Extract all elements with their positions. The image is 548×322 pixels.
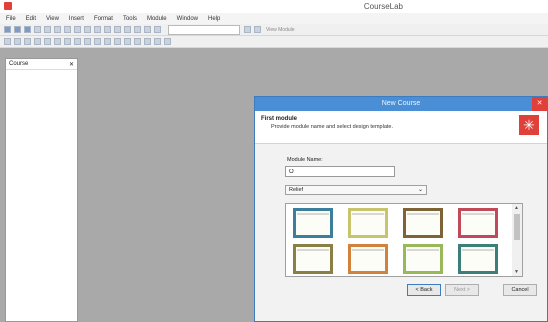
template-thumbnail[interactable] xyxy=(348,208,388,238)
align-left-icon[interactable] xyxy=(4,38,11,45)
same-width-icon[interactable] xyxy=(74,38,81,45)
scroll-thumb[interactable] xyxy=(514,214,520,240)
menu-help[interactable]: Help xyxy=(208,16,220,22)
dialog-title: New Course xyxy=(255,97,547,111)
template-thumbnail[interactable] xyxy=(348,244,388,274)
undo-icon[interactable] xyxy=(64,26,71,33)
bring-front-icon[interactable] xyxy=(104,38,111,45)
align-bottom-icon[interactable] xyxy=(54,38,61,45)
course-panel-header: Course ✕ xyxy=(6,59,77,70)
align-top-icon[interactable] xyxy=(34,38,41,45)
align-center-icon[interactable] xyxy=(14,38,21,45)
redo-icon[interactable] xyxy=(74,26,81,33)
menu-file[interactable]: File xyxy=(6,16,16,22)
template-thumbnail[interactable] xyxy=(293,244,333,274)
paste-icon[interactable] xyxy=(54,26,61,33)
image-icon[interactable] xyxy=(124,26,131,33)
chevron-down-icon: ⌄ xyxy=(417,187,423,193)
menu-insert[interactable]: Insert xyxy=(69,16,84,22)
same-height-icon[interactable] xyxy=(84,38,91,45)
menu-view[interactable]: View xyxy=(46,16,59,22)
open-icon[interactable] xyxy=(14,26,21,33)
template-gallery: ▲ ▼ xyxy=(285,203,523,277)
dialog-header: First module Provide module name and sel… xyxy=(255,111,547,144)
group-icon[interactable] xyxy=(124,38,131,45)
design-select[interactable]: Relief ⌄ xyxy=(285,185,427,195)
step-title: First module xyxy=(261,116,298,122)
module-name-label: Module Name: xyxy=(287,157,323,163)
cut-icon[interactable] xyxy=(34,26,41,33)
align-right-icon[interactable] xyxy=(24,38,31,45)
menu-bar: File Edit View Insert Format Tools Modul… xyxy=(0,13,548,24)
close-icon[interactable]: ✕ xyxy=(69,61,74,68)
arrow-icon[interactable] xyxy=(144,38,151,45)
grid-icon[interactable] xyxy=(84,26,91,33)
template-scrollbar[interactable]: ▲ ▼ xyxy=(512,204,522,276)
fill-color-icon[interactable] xyxy=(154,38,161,45)
line-color-icon[interactable] xyxy=(164,38,171,45)
template-thumbnail[interactable] xyxy=(293,208,333,238)
module-name-input[interactable] xyxy=(285,166,395,177)
title-bar: CourseLab xyxy=(0,0,548,13)
frame-icon[interactable] xyxy=(104,26,111,33)
new-icon[interactable] xyxy=(4,26,11,33)
align-middle-icon[interactable] xyxy=(44,38,51,45)
media-icon[interactable] xyxy=(134,26,141,33)
menu-edit[interactable]: Edit xyxy=(26,16,36,22)
link-icon[interactable] xyxy=(144,26,151,33)
menu-tools[interactable]: Tools xyxy=(123,16,137,22)
menu-window[interactable]: Window xyxy=(177,16,198,22)
dialog-close-button[interactable]: ✕ xyxy=(532,97,547,111)
new-course-dialog: New Course ✕ First module Provide module… xyxy=(254,96,548,322)
preview-icon[interactable] xyxy=(244,26,251,33)
courselab-logo-icon: ✳ xyxy=(519,115,539,135)
layer-icon[interactable] xyxy=(94,38,101,45)
menu-module[interactable]: Module xyxy=(147,16,167,22)
copy-icon[interactable] xyxy=(44,26,51,33)
properties-icon[interactable] xyxy=(154,26,161,33)
template-thumbnail[interactable] xyxy=(458,208,498,238)
window-title: CourseLab xyxy=(363,2,403,11)
design-select-value: Relief xyxy=(289,187,304,193)
table-icon[interactable] xyxy=(94,26,101,33)
template-thumbnail[interactable] xyxy=(403,244,443,274)
next-button[interactable]: Next > xyxy=(445,284,479,296)
distribute-icon[interactable] xyxy=(64,38,71,45)
scroll-up-icon[interactable]: ▲ xyxy=(514,205,519,211)
standard-toolbar: View Module xyxy=(0,24,548,36)
cancel-button[interactable]: Cancel xyxy=(503,284,537,296)
lock-icon[interactable] xyxy=(134,38,141,45)
publish-icon[interactable] xyxy=(254,26,261,33)
template-thumbnail[interactable] xyxy=(458,244,498,274)
format-toolbar xyxy=(0,36,548,48)
send-back-icon[interactable] xyxy=(114,38,121,45)
save-icon[interactable] xyxy=(24,26,31,33)
object-icon[interactable] xyxy=(114,26,121,33)
template-thumbnail[interactable] xyxy=(403,208,443,238)
view-module-button[interactable]: View Module xyxy=(266,27,295,33)
zoom-select[interactable] xyxy=(168,24,240,35)
course-panel: Course ✕ xyxy=(5,58,78,322)
back-button[interactable]: < Back xyxy=(407,284,441,296)
scroll-down-icon[interactable]: ▼ xyxy=(514,269,519,275)
menu-format[interactable]: Format xyxy=(94,16,113,22)
course-panel-title: Course xyxy=(9,61,29,67)
step-subtitle: Provide module name and select design te… xyxy=(271,124,393,130)
